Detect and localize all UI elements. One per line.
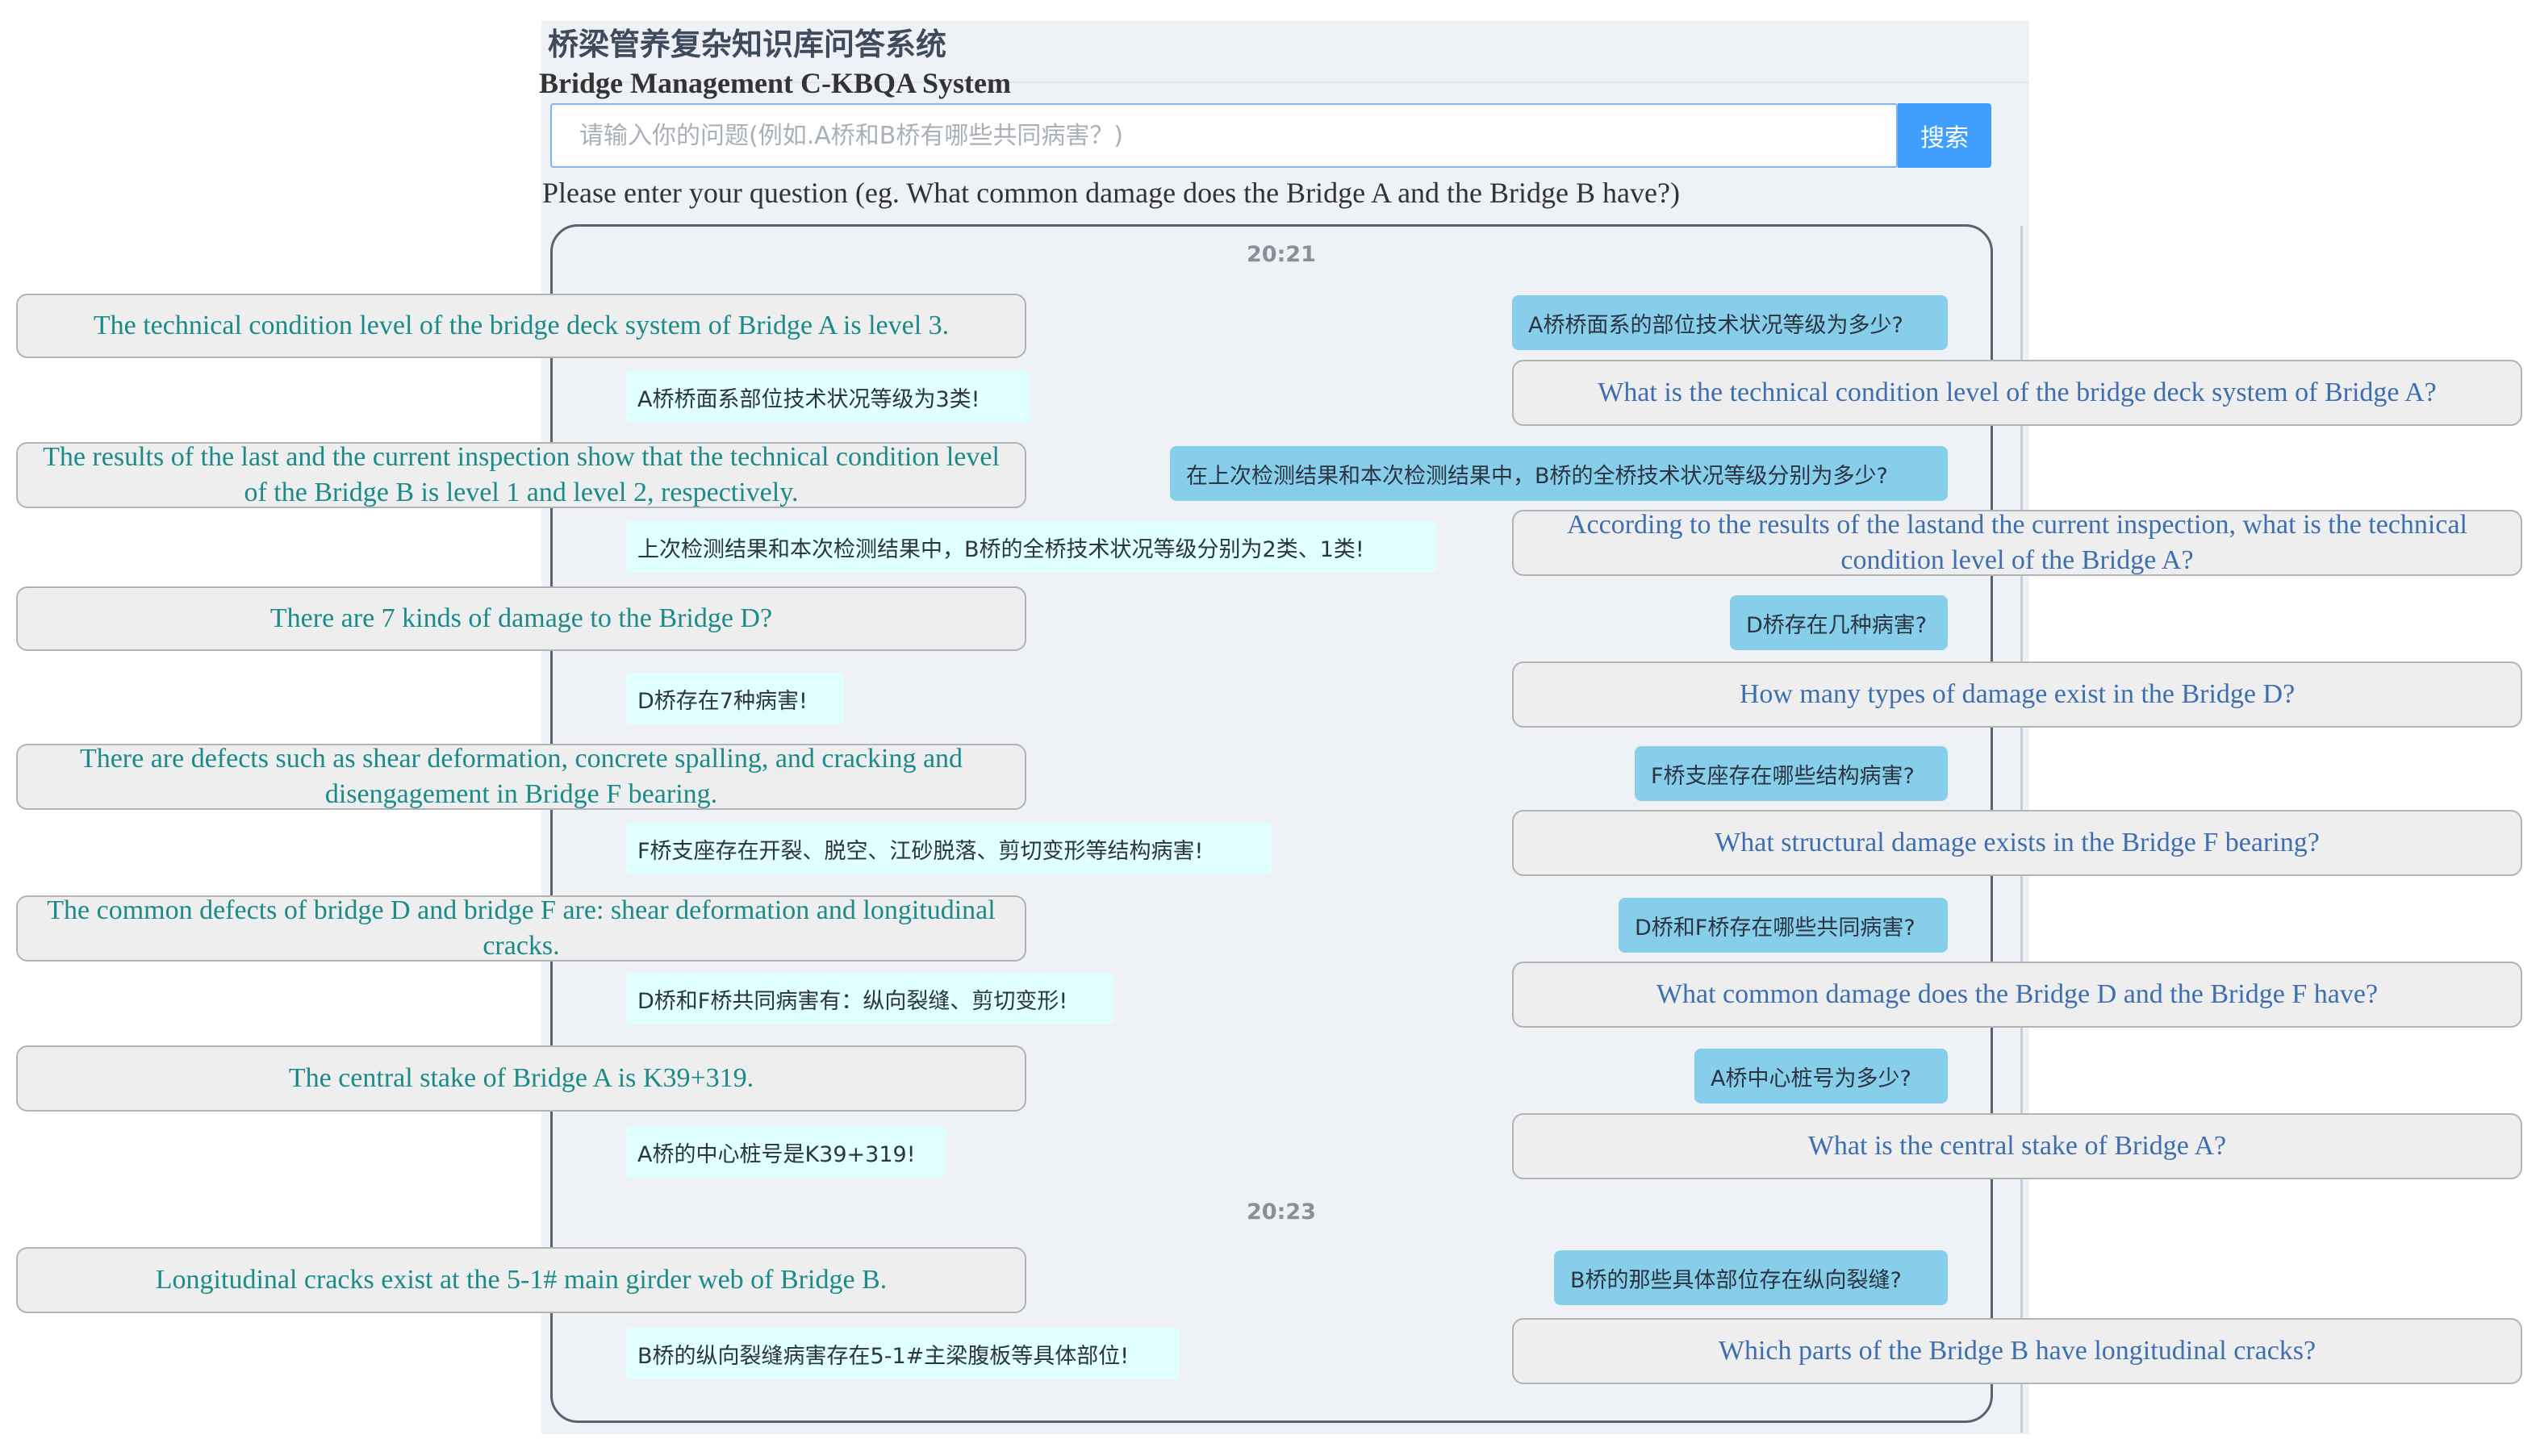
bot-answer-bubble: D桥和F桥共同病害有：纵向裂缝、剪切变形! (626, 973, 1113, 1024)
chat-timestamp: 20:23 (1247, 1199, 1316, 1224)
answer-translation: The technical condition level of the bri… (16, 294, 1026, 358)
user-question-bubble: A桥桥面系的部位技术状况等级为多少? (1512, 295, 1948, 350)
user-question-bubble: D桥和F桥存在哪些共同病害? (1619, 898, 1948, 953)
user-question-bubble: B桥的那些具体部位存在纵向裂缝? (1554, 1250, 1948, 1305)
answer-translation: The common defects of bridge D and bridg… (16, 895, 1026, 962)
question-translation: What is the technical condition level of… (1512, 360, 2522, 426)
bot-answer-bubble: F桥支座存在开裂、脱空、江砂脱落、剪切变形等结构病害! (626, 823, 1272, 874)
search-caption: Please enter your question (eg. What com… (542, 177, 1680, 209)
question-translation: What structural damage exists in the Bri… (1512, 810, 2522, 876)
answer-translation: The central stake of Bridge A is K39+319… (16, 1045, 1026, 1112)
user-question-bubble: 在上次检测结果和本次检测结果中，B桥的全桥技术状况等级分别为多少? (1170, 446, 1948, 501)
question-translation: What is the central stake of Bridge A? (1512, 1113, 2522, 1179)
app-subtitle: Bridge Management C-KBQA System (539, 67, 1011, 99)
question-translation: What common damage does the Bridge D and… (1512, 962, 2522, 1028)
answer-translation: There are defects such as shear deformat… (16, 744, 1026, 810)
question-translation: Which parts of the Bridge B have longitu… (1512, 1318, 2522, 1384)
question-translation: According to the results of the lastand … (1512, 510, 2522, 576)
bot-answer-bubble: B桥的纵向裂缝病害存在5-1#主梁腹板等具体部位! (626, 1328, 1180, 1379)
user-question-bubble: A桥中心桩号为多少? (1694, 1049, 1948, 1103)
search-button[interactable]: 搜索 (1898, 103, 1991, 168)
bot-answer-bubble: D桥存在7种病害! (626, 673, 844, 724)
bot-answer-bubble: A桥的中心桩号是K39+319! (626, 1126, 946, 1178)
app-title: 桥梁管养复杂知识库问答系统 (548, 27, 947, 62)
user-question-bubble: F桥支座存在哪些结构病害? (1635, 746, 1948, 801)
chat-timestamp: 20:21 (1247, 242, 1316, 267)
bot-answer-bubble: 上次检测结果和本次检测结果中，B桥的全桥技术状况等级分别为2类、1类! (626, 521, 1436, 573)
answer-translation: The results of the last and the current … (16, 442, 1026, 508)
answer-translation: There are 7 kinds of damage to the Bridg… (16, 586, 1026, 651)
answer-translation: Longitudinal cracks exist at the 5-1# ma… (16, 1247, 1026, 1313)
question-translation: How many types of damage exist in the Br… (1512, 661, 2522, 728)
search-input[interactable] (550, 103, 1898, 168)
bot-answer-bubble: A桥桥面系部位技术状况等级为3类! (626, 371, 1030, 423)
user-question-bubble: D桥存在几种病害? (1730, 595, 1948, 650)
